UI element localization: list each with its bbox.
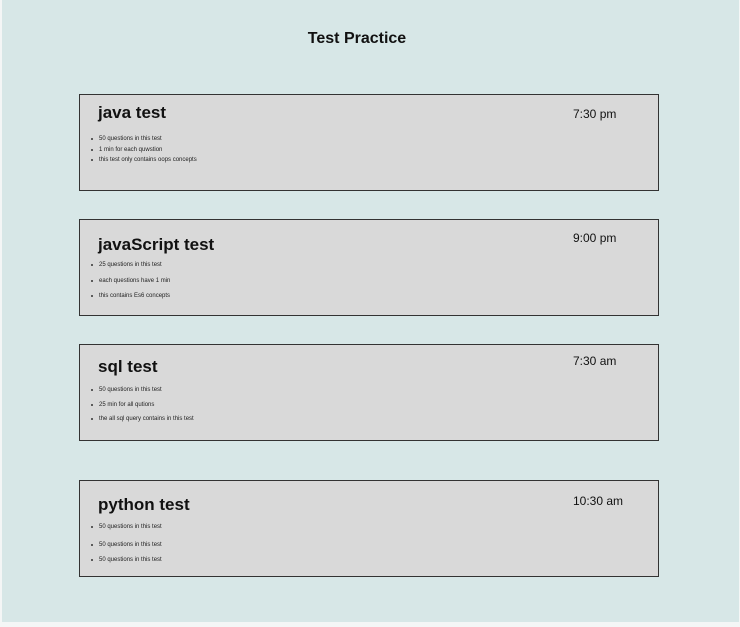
list-item: 50 questions in this test (91, 387, 162, 394)
test-title: javaScript test (98, 235, 215, 254)
list-item: 25 min for all qutions (90, 402, 154, 409)
test-card-java[interactable]: java test 7:30 pm 50 questions in this t… (79, 94, 659, 191)
test-time: 7:30 pm (573, 107, 617, 121)
page-title: Test Practice (307, 30, 407, 47)
list-item: each questions have 1 min (90, 278, 170, 285)
test-time: 7:30 am (573, 354, 617, 368)
list-item: 1 min for each quwstion (90, 147, 162, 154)
test-title: sql test (98, 357, 158, 376)
test-time: 9:00 pm (573, 231, 617, 245)
test-card-sql[interactable]: sql test 7:30 am 50 questions in this te… (79, 344, 659, 441)
list-item: 50 questions in this test (91, 136, 162, 143)
test-card-python[interactable]: python test 10:30 am 50 questions in thi… (79, 480, 659, 577)
list-item: this contains Es6 concepts (90, 293, 170, 300)
list-item: this test only contains oops concepts (91, 157, 197, 164)
list-item: 50 questions in this test (91, 542, 162, 549)
list-item: 50 questions in this test (91, 557, 162, 564)
list-item: the all sql query contains in this test (91, 416, 194, 423)
list-item: 50 questions in this test (91, 524, 162, 531)
test-card-javascript[interactable]: javaScript test 9:00 pm 25 questions in … (79, 219, 659, 316)
test-title: java test (98, 103, 167, 122)
test-time: 10:30 am (573, 494, 624, 508)
test-title: python test (98, 495, 190, 514)
list-item: 25 questions in this test (91, 262, 162, 269)
app-frame: Test Practice java test 7:30 pm 50 quest… (2, 0, 739, 622)
